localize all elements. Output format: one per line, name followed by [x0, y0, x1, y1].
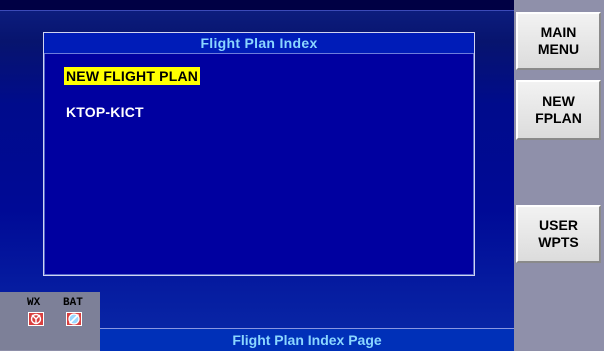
main-menu-button[interactable]: MAIN MENU: [516, 12, 601, 70]
bat-label: BAT: [63, 297, 83, 309]
weather-fault-icon: [28, 312, 44, 326]
flight-plan-item-ktop-kict[interactable]: KTOP-KICT: [66, 103, 144, 121]
battery-fault-icon: [66, 312, 82, 326]
user-wpts-button[interactable]: USER WPTS: [516, 205, 601, 263]
flight-plan-item-new[interactable]: NEW FLIGHT PLAN: [64, 67, 201, 85]
status-area: [0, 292, 100, 350]
top-strip: [0, 0, 516, 11]
flight-plan-index-panel: Flight Plan Index NEW FLIGHT PLAN KTOP-K…: [43, 32, 475, 276]
new-fplan-button[interactable]: NEW FPLAN: [516, 80, 601, 140]
wx-label: WX: [27, 297, 41, 309]
panel-title: Flight Plan Index: [44, 33, 474, 54]
page-title-bar: Flight Plan Index Page: [100, 328, 514, 351]
